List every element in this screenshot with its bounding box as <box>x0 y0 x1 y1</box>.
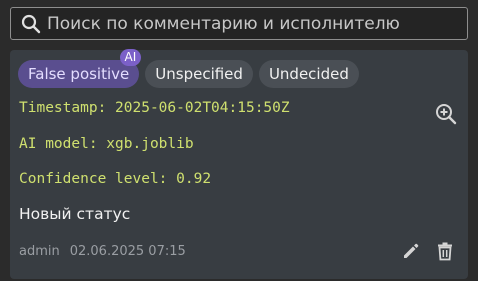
comment-card: False positive AI Unspecified Undecided … <box>10 49 468 279</box>
pencil-icon <box>404 243 419 258</box>
ai-badge: AI <box>119 49 142 66</box>
trash-icon <box>438 242 452 261</box>
chip-label: Undecided <box>268 65 349 83</box>
zoom-in-button[interactable] <box>434 102 458 126</box>
chip-false-positive[interactable]: False positive AI <box>18 49 142 88</box>
delete-button[interactable] <box>434 240 456 262</box>
confidence-line: Confidence level: 0.92 <box>19 171 212 187</box>
status-chips: False positive AI Unspecified Undecided <box>18 49 359 88</box>
author-name: admin <box>19 244 60 259</box>
search-input[interactable] <box>42 8 467 39</box>
ai-model-line: AI model: xgb.joblib <box>19 136 194 152</box>
timestamp-line: Timestamp: 2025-06-02T04:15:50Z <box>19 100 290 116</box>
search-bar[interactable] <box>10 7 468 40</box>
edit-button[interactable] <box>400 240 422 262</box>
comment-meta: admin 02.06.2025 07:15 <box>19 244 186 259</box>
zoom-in-icon <box>436 104 457 125</box>
chip-undecided[interactable]: Undecided <box>258 60 359 88</box>
chip-label: False positive <box>28 65 130 83</box>
comment-datetime: 02.06.2025 07:15 <box>69 244 186 259</box>
search-icon <box>20 13 42 35</box>
comment-text: Новый статус <box>19 205 131 223</box>
chip-label: Unspecified <box>155 65 243 83</box>
chip-unspecified[interactable]: Unspecified <box>145 60 253 88</box>
